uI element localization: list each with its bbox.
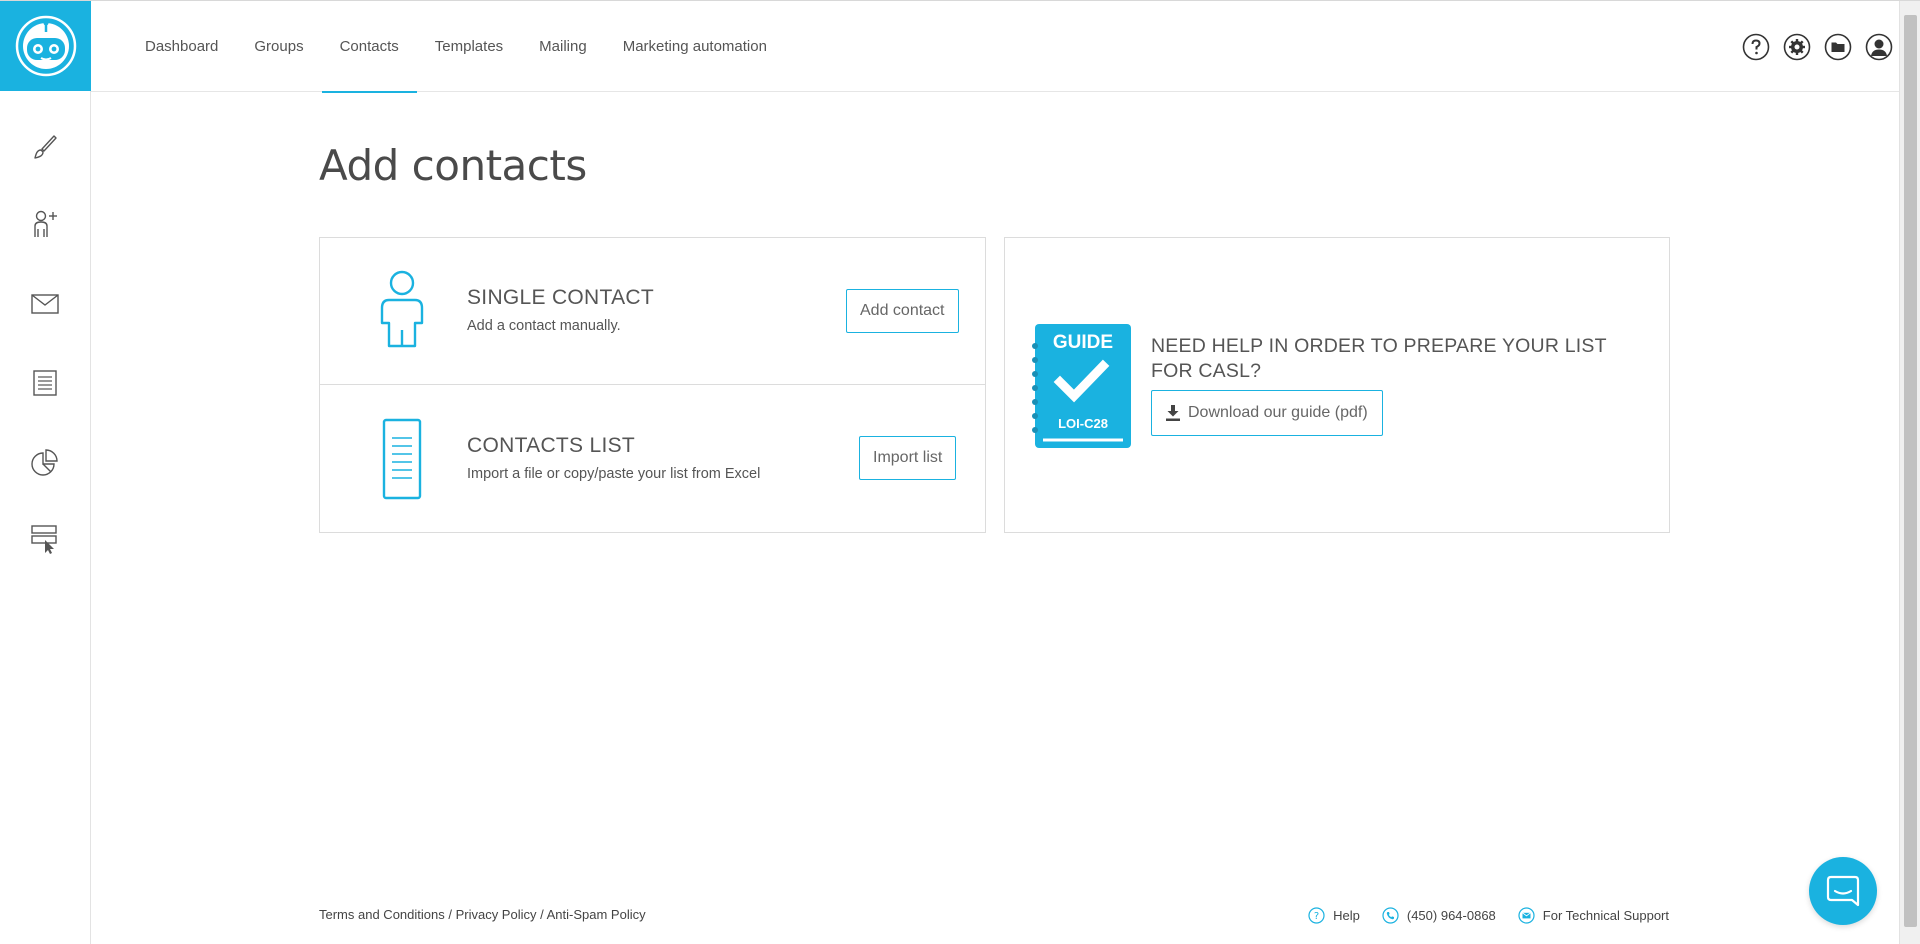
footer-help-label: Help (1333, 908, 1360, 923)
single-contact-title: SINGLE CONTACT (467, 286, 654, 309)
single-contact-subtitle: Add a contact manually. (467, 318, 621, 334)
tab-marketing-automation[interactable]: Marketing automation (605, 1, 785, 92)
top-navigation: Dashboard Groups Contacts Templates Mail… (91, 1, 1899, 93)
nav-tabs: Dashboard Groups Contacts Templates Mail… (127, 1, 785, 93)
guide-badge-title: GUIDE (1052, 332, 1114, 353)
privacy-link[interactable]: Privacy Policy (456, 907, 537, 922)
mail-icon (31, 294, 59, 314)
svg-text:?: ? (1314, 911, 1319, 922)
footer-support: ? Help (450) 964-0868 For Technical Supp… (1296, 907, 1669, 924)
single-contact-row: SINGLE CONTACT Add a contact manually. A… (320, 238, 985, 385)
anti-spam-link[interactable]: Anti-Spam Policy (547, 907, 646, 922)
contacts-list-subtitle: Import a file or copy/paste your list fr… (467, 466, 761, 482)
footer-support-label: For Technical Support (1542, 908, 1669, 923)
contacts-list-row: CONTACTS LIST Import a file or copy/past… (320, 386, 985, 533)
tab-mailing[interactable]: Mailing (521, 1, 605, 92)
list-document-icon (382, 418, 422, 500)
casl-help-title: NEED HELP IN ORDER TO PREPARE YOUR LIST … (1151, 335, 1607, 382)
casl-guide-card: GUIDE LOI-C28 NEED HELP IN ORDER TO PREP… (1004, 237, 1670, 533)
person-icon (380, 270, 424, 348)
add-contact-icon (34, 210, 57, 237)
robot-logo[interactable] (0, 1, 91, 91)
add-contact-button[interactable]: Add contact (846, 289, 959, 333)
chat-icon (1826, 875, 1860, 907)
footer-support-link[interactable]: For Technical Support (1518, 907, 1669, 924)
chat-launcher-button[interactable] (1809, 857, 1877, 925)
sidebar-item-mail[interactable] (0, 274, 90, 334)
sidebar-item-editor[interactable] (0, 117, 90, 177)
contacts-list-title: CONTACTS LIST (467, 434, 636, 457)
guide-badge-code: LOI-C28 (1058, 416, 1108, 431)
tab-contacts[interactable]: Contacts (321, 1, 418, 93)
phone-icon (1382, 907, 1399, 924)
footer-separator: / (444, 907, 456, 922)
mail-circle-icon (1518, 907, 1535, 924)
footer-phone-number: (450) 964-0868 (1406, 908, 1496, 923)
footer-separator: / (536, 907, 547, 922)
robot-logo-icon (15, 15, 76, 77)
form-cursor-icon (31, 525, 57, 554)
download-guide-label: Download our guide (pdf) (1188, 404, 1368, 421)
user-icon[interactable] (1865, 33, 1893, 61)
footer-legal-links: Terms and Conditions / Privacy Policy / … (319, 907, 646, 922)
sidebar-item-documents[interactable] (0, 353, 90, 413)
guide-badge: GUIDE LOI-C28 (1029, 322, 1133, 450)
document-icon (33, 370, 57, 396)
sidebar-item-reports[interactable] (0, 433, 90, 493)
terms-link[interactable]: Terms and Conditions (319, 907, 445, 922)
help-icon[interactable] (1742, 33, 1770, 61)
brush-icon (34, 135, 57, 159)
footer-phone-link[interactable]: (450) 964-0868 (1382, 907, 1496, 924)
download-icon (1166, 405, 1180, 421)
page-title: Add contacts (319, 141, 587, 190)
add-contacts-options-card: SINGLE CONTACT Add a contact manually. A… (319, 237, 986, 533)
download-guide-button[interactable]: Download our guide (pdf) (1151, 390, 1383, 436)
vertical-scrollbar[interactable] (1899, 1, 1920, 944)
settings-icon[interactable] (1783, 33, 1811, 61)
app-window: Dashboard Groups Contacts Templates Mail… (0, 0, 1920, 944)
folder-icon[interactable] (1824, 33, 1852, 61)
import-list-button[interactable]: Import list (859, 436, 957, 480)
tab-dashboard[interactable]: Dashboard (127, 1, 236, 92)
report-chart-icon (31, 449, 58, 476)
help-circle-icon: ? (1308, 907, 1325, 924)
scrollbar-thumb[interactable] (1904, 15, 1917, 927)
tab-templates[interactable]: Templates (417, 1, 521, 92)
left-sidebar (0, 1, 91, 944)
footer-help-link[interactable]: ? Help (1308, 907, 1360, 924)
sidebar-item-add-contact[interactable] (0, 194, 90, 254)
header-icon-group (1742, 33, 1893, 61)
sidebar-item-forms[interactable] (0, 509, 90, 569)
tab-groups[interactable]: Groups (236, 1, 321, 92)
